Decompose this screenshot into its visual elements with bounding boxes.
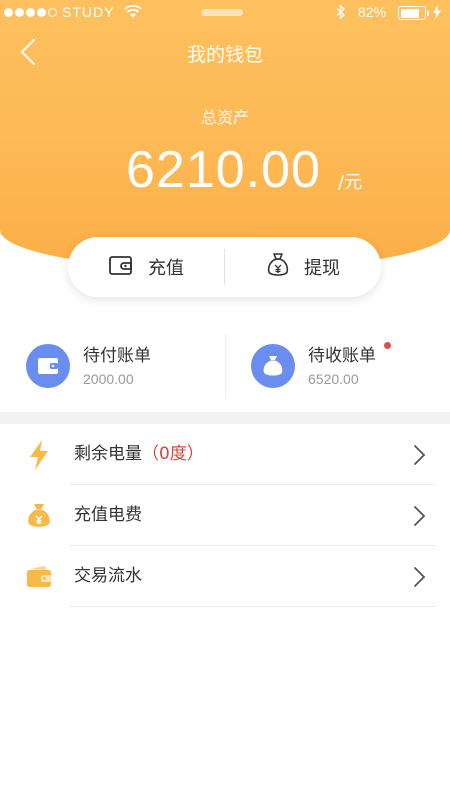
wallet-actions-card: 充值 提现 [68,237,381,297]
bluetooth-icon [335,4,347,23]
menu-label: 交易流水 [74,566,142,586]
money-bag-icon [251,344,295,388]
total-assets-unit: /元 [338,172,363,193]
menu-list: 剩余电量（0度） 充值电费 交易流水 [0,424,450,607]
money-bag-icon [266,252,290,283]
lightning-icon [22,439,56,471]
menu-label: 充值电费 [74,505,142,525]
menu-item-recharge-fee[interactable]: 充值电费 [0,485,450,546]
pending-receive-title: 待收账单 [308,346,376,366]
menu-item-remaining-power[interactable]: 剩余电量（0度） [0,424,450,485]
row-divider [70,606,436,607]
total-assets-label: 总资产 [200,108,249,127]
wallet-icon [108,254,134,281]
bills-row: 待付账单 2000.00 待收账单 6520.00 [0,326,450,406]
page-title: 我的钱包 [186,44,263,66]
recharge-label: 充值 [148,258,184,279]
chevron-right-icon [412,444,426,470]
pending-receive-value: 6520.00 [308,371,359,387]
withdraw-label: 提现 [304,258,340,279]
status-bar: STUDY 82% [0,0,450,26]
remaining-power-value: （0度） [142,444,204,464]
charging-icon [432,5,442,22]
notification-dot [384,342,391,349]
signal-strength-icon [4,8,57,17]
battery-icon [398,6,429,20]
wallet-icon [22,561,56,593]
chevron-right-icon [412,505,426,531]
money-bag-icon [22,500,56,532]
chevron-right-icon [412,566,426,592]
recharge-button[interactable]: 充值 [68,237,224,297]
wallet-header: STUDY 82% 我的钱包 总资产 6210.00 /元 [0,0,450,270]
menu-label: 剩余电量 [74,444,142,464]
menu-item-transactions[interactable]: 交易流水 [0,546,450,607]
pending-pay-value: 2000.00 [83,371,134,387]
wifi-icon [124,4,142,23]
total-assets-amount: 6210.00 [126,141,321,199]
carrier-name: STUDY [62,4,115,20]
withdraw-button[interactable]: 提现 [225,237,381,297]
section-divider [0,412,450,424]
wallet-icon [26,344,70,388]
pending-pay-bill[interactable]: 待付账单 2000.00 [0,326,225,406]
notch-pill [201,9,243,16]
pending-pay-title: 待付账单 [83,346,151,366]
battery-percent: 82% [358,4,387,20]
pending-receive-bill[interactable]: 待收账单 6520.00 [225,326,450,406]
